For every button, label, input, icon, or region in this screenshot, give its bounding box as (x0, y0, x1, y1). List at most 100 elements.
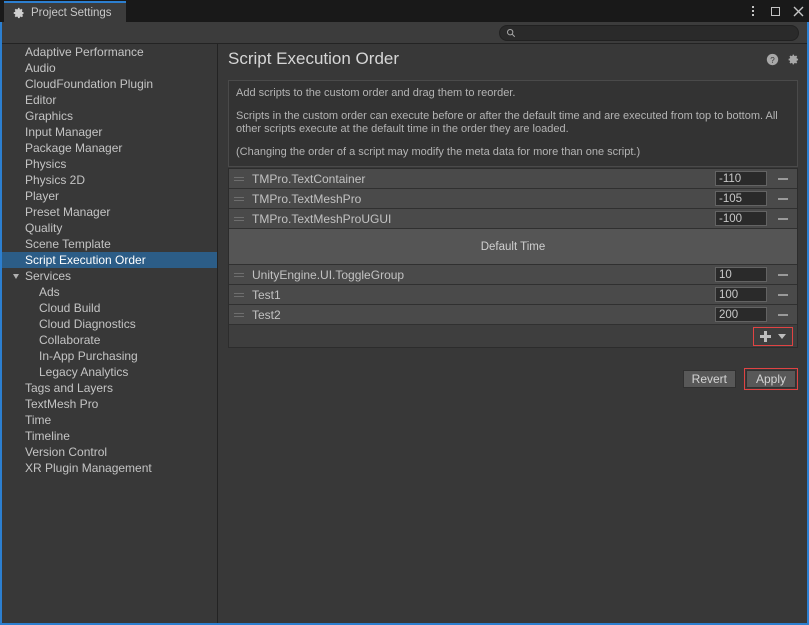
add-script-bar (229, 325, 797, 347)
remove-script-button[interactable] (776, 197, 790, 200)
sidebar-item-label: CloudFoundation Plugin (25, 77, 154, 91)
sidebar-item-in-app-purchasing[interactable]: In-App Purchasing (1, 348, 217, 364)
sidebar-item-label: Ads (39, 285, 60, 299)
sidebar-item-label: Preset Manager (25, 205, 111, 219)
sidebar-item-script-execution-order[interactable]: Script Execution Order (1, 252, 217, 268)
sidebar-item-services[interactable]: Services (1, 268, 217, 284)
execution-order-input[interactable] (715, 267, 767, 282)
remove-script-button[interactable] (776, 217, 790, 220)
window-controls (746, 0, 805, 22)
sidebar-item-label: XR Plugin Management (25, 461, 152, 475)
sidebar-item-collaborate[interactable]: Collaborate (1, 332, 217, 348)
settings-detail-panel: Script Execution Order ? Add scripts to … (218, 44, 808, 623)
apply-button[interactable]: Apply (746, 370, 796, 388)
sidebar-item-textmesh-pro[interactable]: TextMesh Pro (1, 396, 217, 412)
drag-handle-icon[interactable] (234, 196, 244, 201)
sidebar-item-label: Graphics (25, 109, 74, 123)
execution-order-input[interactable] (715, 287, 767, 302)
script-name: TMPro.TextMeshPro (252, 191, 362, 206)
sidebar-item-label: Tags and Layers (25, 381, 114, 395)
add-button-highlight (753, 326, 793, 346)
sidebar-item-graphics[interactable]: Graphics (1, 108, 217, 124)
sidebar-item-physics[interactable]: Physics (1, 156, 217, 172)
table-row[interactable]: Test1 (229, 285, 797, 305)
search-icon (506, 28, 516, 38)
sidebar-item-input-manager[interactable]: Input Manager (1, 124, 217, 140)
sidebar-item-audio[interactable]: Audio (1, 60, 217, 76)
drag-handle-icon[interactable] (234, 176, 244, 181)
gear-icon[interactable] (787, 53, 800, 66)
header-icons: ? (766, 53, 800, 66)
sidebar-item-cloud-diagnostics[interactable]: Cloud Diagnostics (1, 316, 217, 332)
execution-order-input[interactable] (715, 307, 767, 322)
sidebar-item-version-control[interactable]: Version Control (1, 444, 217, 460)
sidebar-item-label: Time (25, 413, 52, 427)
sidebar-item-tags-and-layers[interactable]: Tags and Layers (1, 380, 217, 396)
sidebar-item-timeline[interactable]: Timeline (1, 428, 217, 444)
sidebar-item-package-manager[interactable]: Package Manager (1, 140, 217, 156)
sidebar-item-cloud-build[interactable]: Cloud Build (1, 300, 217, 316)
sidebar-item-label: Input Manager (25, 125, 103, 139)
drag-handle-icon[interactable] (234, 312, 244, 317)
remove-script-button[interactable] (776, 177, 790, 180)
remove-script-button[interactable] (776, 293, 790, 296)
drag-handle-icon[interactable] (234, 292, 244, 297)
script-name: Test1 (252, 287, 281, 302)
settings-category-list[interactable]: Adaptive Performance Audio CloudFoundation… (1, 44, 217, 623)
sidebar-item-label: Script Execution Order (25, 253, 146, 267)
sidebar-item-quality[interactable]: Quality (1, 220, 217, 236)
sidebar-item-label: Scene Template (25, 237, 111, 251)
svg-text:?: ? (770, 56, 775, 65)
sidebar-item-ads[interactable]: Ads (1, 284, 217, 300)
drag-handle-icon[interactable] (234, 216, 244, 221)
help-paragraph: Scripts in the custom order can execute … (236, 109, 778, 136)
script-name: TMPro.TextContainer (252, 171, 366, 186)
revert-button[interactable]: Revert (682, 370, 736, 388)
sidebar-item-adaptive-performance[interactable]: Adaptive Performance (1, 44, 217, 60)
footer-buttons: Revert Apply (682, 368, 798, 390)
apply-button-highlight: Apply (744, 368, 798, 390)
sidebar-item-label: Editor (25, 93, 57, 107)
table-row[interactable]: TMPro.TextContainer (229, 169, 797, 189)
sidebar-item-label: Timeline (25, 429, 70, 443)
sidebar-item-player[interactable]: Player (1, 188, 217, 204)
execution-order-input[interactable] (715, 191, 767, 206)
sidebar-item-label: Quality (25, 221, 63, 235)
sidebar-item-label: Player (25, 189, 60, 203)
execution-order-input[interactable] (715, 171, 767, 186)
sidebar-item-label: Cloud Diagnostics (39, 317, 136, 331)
help-paragraph: (Changing the order of a script may modi… (236, 145, 641, 158)
tab-project-settings[interactable]: Project Settings (4, 1, 126, 22)
table-row[interactable]: UnityEngine.UI.ToggleGroup (229, 265, 797, 285)
close-icon[interactable] (792, 5, 805, 18)
table-row[interactable]: TMPro.TextMeshProUGUI (229, 209, 797, 229)
sidebar-item-legacy-analytics[interactable]: Legacy Analytics (1, 364, 217, 380)
remove-script-button[interactable] (776, 313, 790, 316)
maximize-icon[interactable] (769, 5, 782, 18)
sidebar-item-label: Version Control (25, 445, 108, 459)
sidebar-item-scene-template[interactable]: Scene Template (1, 236, 217, 252)
sidebar-item-label: Legacy Analytics (39, 365, 129, 379)
help-icon[interactable]: ? (766, 53, 779, 66)
script-name: UnityEngine.UI.ToggleGroup (252, 267, 405, 282)
sidebar-item-preset-manager[interactable]: Preset Manager (1, 204, 217, 220)
kebab-menu-icon[interactable] (746, 5, 759, 18)
search-input[interactable] (520, 27, 790, 39)
chevron-down-icon[interactable] (13, 274, 19, 282)
table-row[interactable]: TMPro.TextMeshPro (229, 189, 797, 209)
script-order-list[interactable]: TMPro.TextContainer TMPro.TextMeshPro TMPr… (228, 168, 798, 348)
sidebar-item-time[interactable]: Time (1, 412, 217, 428)
sidebar-item-physics-2d[interactable]: Physics 2D (1, 172, 217, 188)
sidebar-item-cloudfoundation-plugin[interactable]: CloudFoundation Plugin (1, 76, 217, 92)
sidebar-item-editor[interactable]: Editor (1, 92, 217, 108)
search-field[interactable] (499, 25, 799, 41)
table-row[interactable]: Test2 (229, 305, 797, 325)
plus-icon[interactable] (757, 329, 773, 344)
execution-order-input[interactable] (715, 211, 767, 226)
drag-handle-icon[interactable] (234, 272, 244, 277)
sidebar-item-xr-plugin-management[interactable]: XR Plugin Management (1, 460, 217, 476)
chevron-down-icon[interactable] (775, 329, 789, 344)
remove-script-button[interactable] (776, 273, 790, 276)
script-name: TMPro.TextMeshProUGUI (252, 211, 392, 226)
sidebar-item-label: Services (25, 269, 72, 283)
